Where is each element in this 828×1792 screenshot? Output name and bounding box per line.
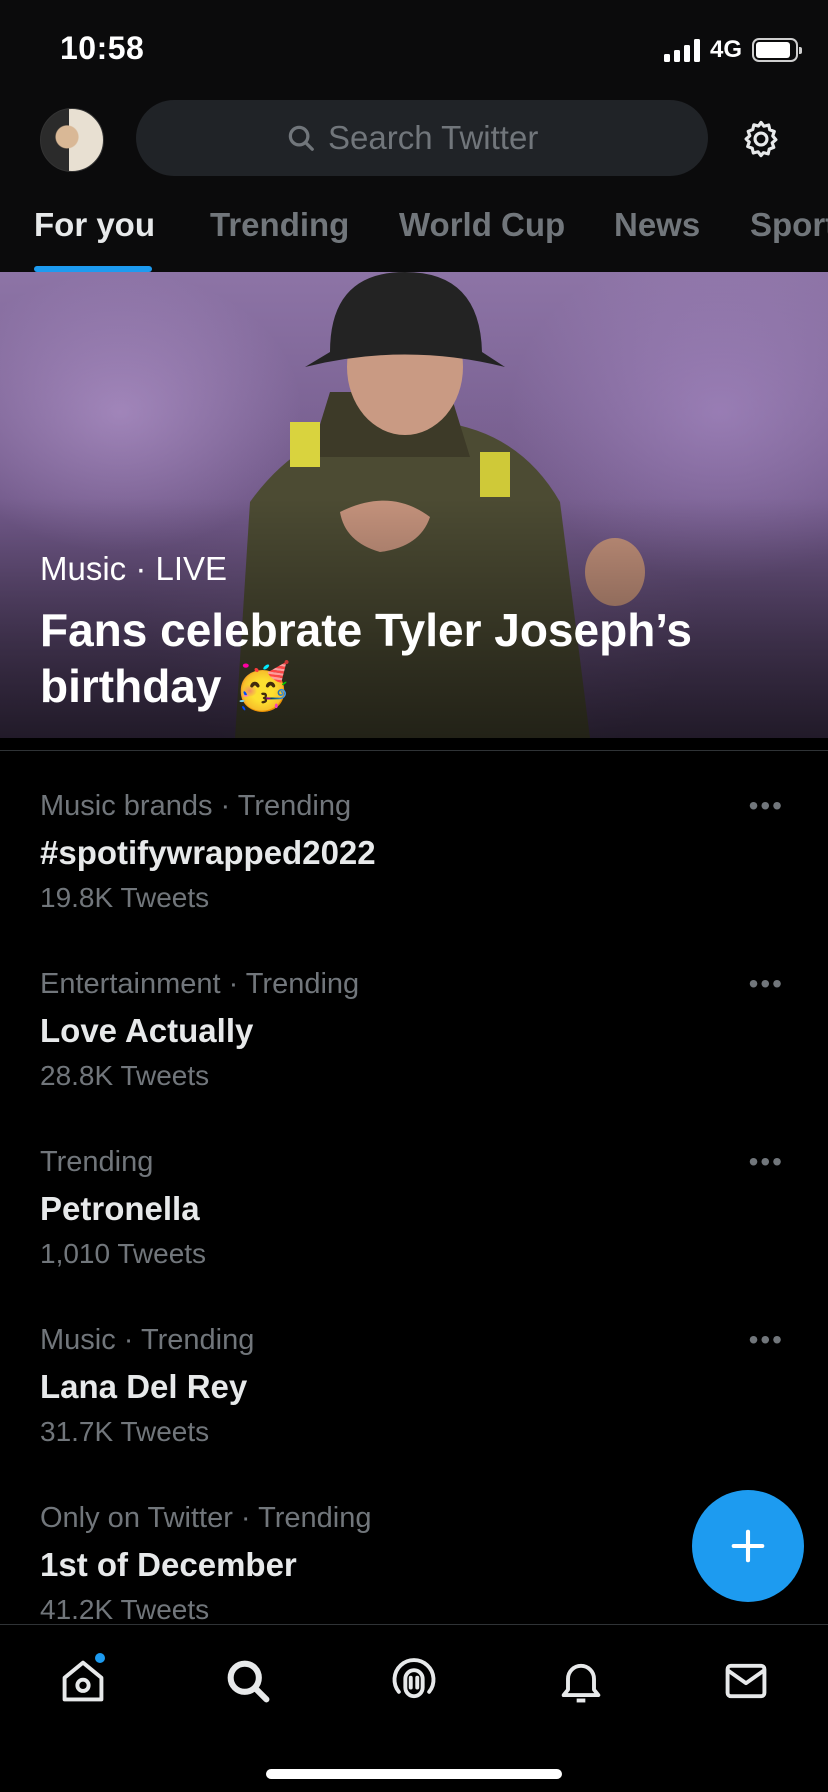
trend-title: Lana Del Rey	[40, 1368, 248, 1405]
nav-search[interactable]	[222, 1655, 274, 1707]
spaces-icon	[392, 1658, 436, 1699]
divider	[0, 750, 828, 751]
avatar[interactable]	[40, 108, 104, 172]
compose-tweet-button[interactable]	[692, 1490, 804, 1602]
network-label: 4G	[709, 36, 742, 63]
trend-context: Music brands · Trending	[40, 790, 352, 822]
hero-title: Fans celebrate Tyler Joseph’s birthday 🥳	[40, 604, 692, 712]
more-options-icon[interactable]: •••	[749, 1146, 784, 1178]
plus-icon	[731, 1529, 765, 1563]
trend-title: Love Actually	[40, 1012, 254, 1049]
gear-icon[interactable]	[740, 118, 782, 160]
search-icon	[227, 1660, 270, 1703]
hero-event-card[interactable]: Music · LIVE Fans celebrate Tyler Joseph…	[0, 272, 828, 738]
bottom-nav	[0, 1624, 828, 1792]
trend-title: #spotifywrapped2022	[40, 834, 376, 871]
trend-item[interactable]: Music · Trending Lana Del Rey 31.7K Twee…	[0, 1324, 828, 1494]
trend-context: Only on Twitter · Trending	[40, 1502, 372, 1534]
trend-title: Petronella	[40, 1190, 200, 1227]
search-input[interactable]	[328, 119, 558, 157]
trend-count: 19.8K Tweets	[40, 882, 210, 913]
trend-item[interactable]: Music brands · Trending #spotifywrapped2…	[0, 790, 828, 960]
more-options-icon[interactable]: •••	[749, 968, 784, 1000]
nav-spaces[interactable]	[388, 1655, 440, 1707]
trend-count: 28.8K Tweets	[40, 1060, 210, 1091]
nav-messages[interactable]	[720, 1655, 772, 1707]
search-bar[interactable]	[136, 100, 708, 176]
more-options-icon[interactable]: •••	[749, 790, 784, 822]
tab-for-you[interactable]: For you	[34, 206, 155, 244]
trend-title: 1st of December	[40, 1546, 297, 1583]
tab-news[interactable]: News	[614, 206, 700, 244]
tab-world-cup[interactable]: World Cup	[399, 206, 565, 244]
status-bar: 10:58 4G	[0, 0, 828, 100]
trend-count: 31.7K Tweets	[40, 1416, 210, 1447]
status-time: 10:58	[60, 30, 145, 66]
notification-dot	[95, 1653, 105, 1663]
trend-context: Trending	[40, 1146, 154, 1178]
more-options-icon[interactable]: •••	[749, 1324, 784, 1356]
hero-category: Music · LIVE	[40, 550, 228, 587]
trend-count: 41.2K Tweets	[40, 1594, 210, 1625]
explore-header: For you Trending World Cup News Sport	[0, 100, 828, 272]
explore-tabs: For you Trending World Cup News Sport	[0, 200, 828, 272]
tab-trending[interactable]: Trending	[210, 206, 349, 244]
search-icon	[288, 125, 314, 151]
nav-notifications[interactable]	[555, 1655, 607, 1707]
trend-item[interactable]: Entertainment · Trending Love Actually 2…	[0, 968, 828, 1138]
home-indicator	[266, 1769, 562, 1779]
trend-context: Music · Trending	[40, 1324, 255, 1356]
signal-icon	[663, 38, 700, 62]
tab-sport[interactable]: Sport	[750, 206, 828, 244]
trend-item[interactable]: Trending Petronella 1,010 Tweets •••	[0, 1146, 828, 1316]
trend-count: 1,010 Tweets	[40, 1238, 207, 1269]
bell-icon	[561, 1663, 601, 1703]
mail-icon	[725, 1663, 767, 1699]
nav-home[interactable]	[57, 1653, 109, 1707]
trend-context: Entertainment · Trending	[40, 968, 360, 1000]
battery-icon	[752, 38, 802, 62]
status-indicators: 4G	[663, 36, 802, 64]
